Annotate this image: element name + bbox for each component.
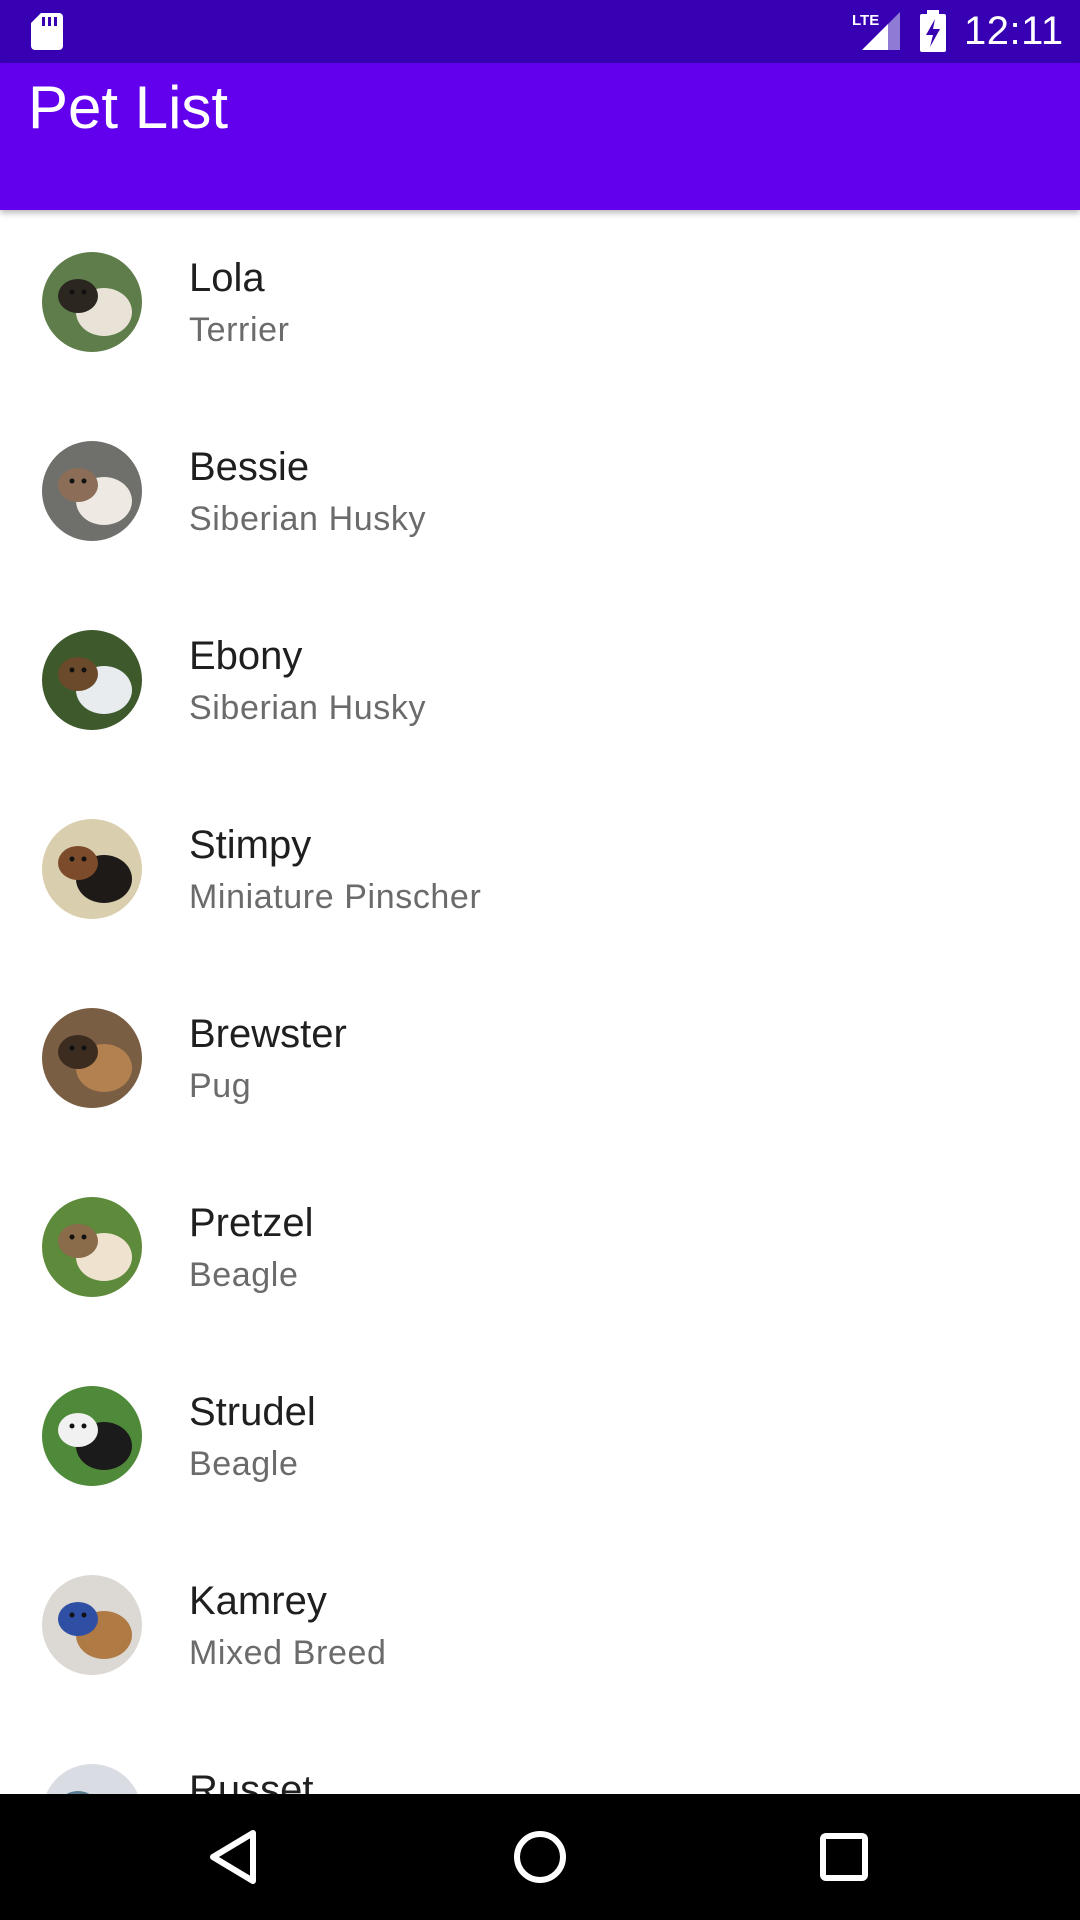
pet-name: Russet (189, 1768, 314, 1794)
pet-name: Brewster (189, 1012, 347, 1056)
back-icon[interactable] (203, 1825, 267, 1889)
pet-name: Pretzel (189, 1201, 314, 1245)
lte-label: LTE (852, 12, 879, 29)
pet-breed: Pug (189, 1067, 252, 1105)
pet-avatar (42, 1764, 142, 1794)
pet-list-item[interactable]: Brewster Pug (0, 966, 1080, 1155)
pet-name: Kamrey (189, 1579, 327, 1623)
pet-list-item[interactable]: Stimpy Miniature Pinscher (0, 777, 1080, 966)
pet-breed: Beagle (189, 1445, 299, 1483)
pet-name: Stimpy (189, 823, 312, 867)
pet-list-item[interactable]: Russet (0, 1722, 1080, 1794)
pet-avatar (42, 630, 142, 730)
pet-breed: Miniature Pinscher (189, 878, 482, 916)
recents-icon[interactable] (812, 1825, 876, 1889)
pet-avatar (42, 1008, 142, 1108)
pet-list-item[interactable]: Strudel Beagle (0, 1344, 1080, 1533)
pet-name: Ebony (189, 634, 303, 678)
pet-list-item[interactable]: Pretzel Beagle (0, 1155, 1080, 1344)
pet-avatar (42, 441, 142, 541)
status-bar: LTE 12:11 (0, 0, 1080, 63)
pet-breed: Terrier (189, 311, 290, 349)
pet-avatar (42, 1197, 142, 1297)
pet-name: Lola (189, 256, 265, 300)
pet-breed: Siberian Husky (189, 500, 427, 538)
pet-avatar (42, 1386, 142, 1486)
status-clock: 12:11 (964, 9, 1064, 53)
page-title: Pet List (28, 74, 229, 141)
battery-charging-icon (920, 10, 946, 52)
sd-card-icon (31, 13, 63, 50)
pet-list-item[interactable]: Lola Terrier (0, 210, 1080, 399)
pet-breed: Mixed Breed (189, 1634, 387, 1672)
pet-breed: Beagle (189, 1256, 299, 1294)
pet-name: Bessie (189, 445, 310, 489)
pet-avatar (42, 1575, 142, 1675)
pet-list-item[interactable]: Kamrey Mixed Breed (0, 1533, 1080, 1722)
home-icon[interactable] (508, 1825, 572, 1889)
pet-list-screen: LTE 12:11 Pet List Lola Terrier Bessie Sibe… (0, 0, 1080, 1920)
pet-list-item[interactable]: Ebony Siberian Husky (0, 588, 1080, 777)
lte-signal-icon: LTE (852, 12, 900, 50)
app-bar: Pet List (0, 63, 1080, 210)
pet-list-item[interactable]: Bessie Siberian Husky (0, 399, 1080, 588)
navigation-bar (0, 1794, 1080, 1920)
pet-avatar (42, 819, 142, 919)
pet-name: Strudel (189, 1390, 316, 1434)
pet-list[interactable]: Lola Terrier Bessie Siberian Husky Ebony Sibe… (0, 210, 1080, 1794)
pet-breed: Siberian Husky (189, 689, 427, 727)
pet-avatar (42, 252, 142, 352)
